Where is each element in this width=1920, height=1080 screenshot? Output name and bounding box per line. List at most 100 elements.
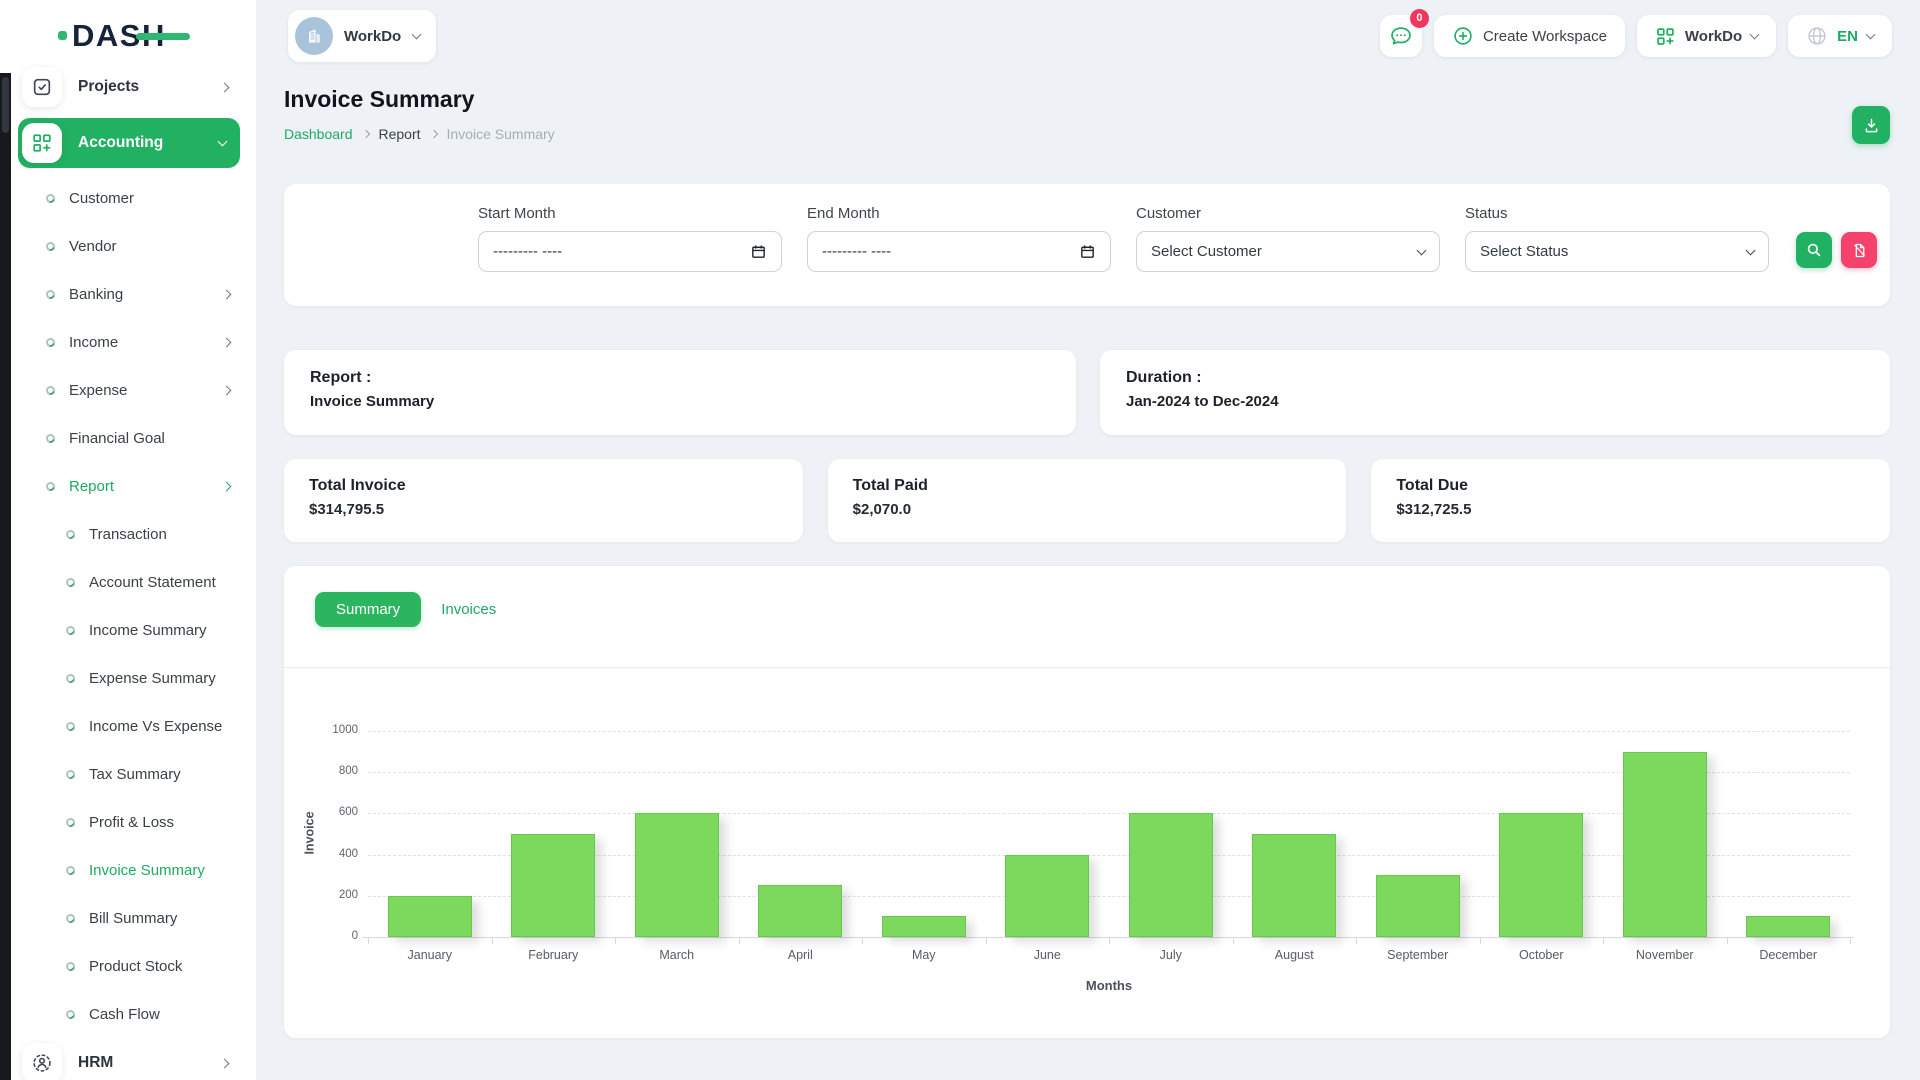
create-workspace-button[interactable]: Create Workspace bbox=[1434, 15, 1625, 57]
end-month-input[interactable]: --------- ---- bbox=[807, 231, 1111, 272]
x-tick-label: January bbox=[368, 948, 492, 962]
workspace-menu[interactable]: WorkDo bbox=[1637, 15, 1776, 57]
start-month-input[interactable]: --------- ---- bbox=[478, 231, 782, 272]
sidebar-item-product-stock[interactable]: Product Stock bbox=[0, 942, 256, 990]
sidebar-item-vendor[interactable]: Vendor bbox=[0, 222, 256, 270]
chevron-down-icon bbox=[1750, 30, 1760, 40]
messages-button[interactable]: 0 bbox=[1380, 15, 1422, 57]
grid-plus-icon bbox=[22, 123, 62, 163]
bullet-icon bbox=[64, 864, 76, 876]
x-tick-label: December bbox=[1727, 948, 1851, 962]
x-tick-mark bbox=[368, 937, 369, 944]
sidebar-item-label: Report bbox=[69, 478, 114, 495]
end-month-placeholder: --------- ---- bbox=[822, 243, 891, 260]
bar-may[interactable] bbox=[882, 916, 966, 937]
sidebar-item-income[interactable]: Income bbox=[0, 318, 256, 366]
report-card-value: Invoice Summary bbox=[310, 393, 1050, 410]
x-tick-label: April bbox=[739, 948, 863, 962]
duration-card-value: Jan-2024 to Dec-2024 bbox=[1126, 393, 1864, 410]
page-header: Invoice Summary Dashboard Report Invoice… bbox=[284, 86, 1890, 142]
tab-invoices[interactable]: Invoices bbox=[435, 592, 502, 627]
start-month-placeholder: --------- ---- bbox=[493, 243, 562, 260]
sidebar-item-invoice-summary[interactable]: Invoice Summary bbox=[0, 846, 256, 894]
clear-filter-button[interactable] bbox=[1841, 232, 1877, 268]
chevron-right-icon bbox=[222, 385, 232, 395]
sidebar-item-tax-summary[interactable]: Tax Summary bbox=[0, 750, 256, 798]
chevron-down-icon bbox=[1746, 245, 1756, 255]
sidebar-item-profit-loss[interactable]: Profit & Loss bbox=[0, 798, 256, 846]
duration-card: Duration : Jan-2024 to Dec-2024 bbox=[1100, 350, 1890, 435]
y-tick-label: 200 bbox=[312, 889, 358, 901]
sidebar-item-label: Account Statement bbox=[89, 574, 216, 591]
status-group: Status Select Status bbox=[1465, 205, 1769, 272]
total-due-card: Total Due $312,725.5 bbox=[1371, 459, 1890, 542]
bullet-icon bbox=[44, 192, 56, 204]
total-paid-label: Total Paid bbox=[853, 477, 1322, 495]
x-tick-mark bbox=[1727, 937, 1728, 944]
language-selector[interactable]: EN bbox=[1788, 15, 1892, 57]
sidebar-item-label: Income Vs Expense bbox=[89, 718, 222, 735]
bar-october[interactable] bbox=[1499, 813, 1583, 937]
x-tick-mark bbox=[1356, 937, 1357, 944]
x-tick-mark bbox=[1480, 937, 1481, 944]
bar-april[interactable] bbox=[758, 885, 842, 937]
sidebar-item-banking[interactable]: Banking bbox=[0, 270, 256, 318]
filter-buttons bbox=[1796, 232, 1877, 268]
x-tick-label: September bbox=[1356, 948, 1480, 962]
customer-select-value: Select Customer bbox=[1151, 243, 1262, 260]
bar-november[interactable] bbox=[1623, 752, 1707, 937]
bar-february[interactable] bbox=[511, 834, 595, 937]
bar-august[interactable] bbox=[1252, 834, 1336, 937]
sidebar-item-account-statement[interactable]: Account Statement bbox=[0, 558, 256, 606]
bar-december[interactable] bbox=[1746, 916, 1830, 937]
customer-select[interactable]: Select Customer bbox=[1136, 231, 1440, 272]
sidebar-item-bill-summary[interactable]: Bill Summary bbox=[0, 894, 256, 942]
bar-january[interactable] bbox=[388, 896, 472, 937]
workspace-switcher[interactable]: WorkDo bbox=[288, 10, 436, 62]
sidebar-item-financial-goal[interactable]: Financial Goal bbox=[0, 414, 256, 462]
brand-logo[interactable]: DASH bbox=[58, 20, 190, 51]
sidebar-item-income-vs-expense[interactable]: Income Vs Expense bbox=[0, 702, 256, 750]
sidebar-item-accounting[interactable]: Accounting bbox=[18, 118, 240, 168]
sidebar-item-projects[interactable]: Projects bbox=[18, 64, 242, 110]
sidebar-item-customer[interactable]: Customer bbox=[0, 174, 256, 222]
bullet-icon bbox=[64, 816, 76, 828]
chevron-down-icon bbox=[412, 30, 422, 40]
report-card-title: Report : bbox=[310, 369, 1050, 387]
duration-card-title: Duration : bbox=[1126, 369, 1864, 387]
filter-row: Start Month --------- ---- End Month ---… bbox=[284, 184, 1890, 272]
x-tick-mark bbox=[862, 937, 863, 944]
x-tick-mark bbox=[1233, 937, 1234, 944]
breadcrumb-report[interactable]: Report bbox=[379, 126, 421, 142]
download-button[interactable] bbox=[1852, 106, 1890, 144]
sidebar-item-cash-flow[interactable]: Cash Flow bbox=[0, 990, 256, 1038]
start-month-label: Start Month bbox=[478, 205, 782, 222]
sidebar-item-label: Profit & Loss bbox=[89, 814, 174, 831]
apply-filter-button[interactable] bbox=[1796, 232, 1832, 268]
sidebar-item-hrm[interactable]: HRM bbox=[18, 1040, 242, 1080]
bullet-icon bbox=[64, 576, 76, 588]
breadcrumb-dashboard[interactable]: Dashboard bbox=[284, 126, 353, 142]
bar-july[interactable] bbox=[1129, 813, 1213, 937]
sidebar-item-label: Transaction bbox=[89, 526, 167, 543]
chart-tabs: Summary Invoices bbox=[315, 592, 502, 627]
total-invoice-label: Total Invoice bbox=[309, 477, 778, 495]
chevron-right-icon bbox=[220, 1058, 230, 1068]
logo-dot-icon bbox=[58, 31, 67, 40]
x-tick-mark bbox=[986, 937, 987, 944]
sidebar-item-transaction[interactable]: Transaction bbox=[0, 510, 256, 558]
customer-label: Customer bbox=[1136, 205, 1440, 222]
sidebar-item-expense-summary[interactable]: Expense Summary bbox=[0, 654, 256, 702]
tab-summary[interactable]: Summary bbox=[315, 592, 421, 627]
sidebar-item-income-summary[interactable]: Income Summary bbox=[0, 606, 256, 654]
bullet-icon bbox=[64, 624, 76, 636]
sidebar-item-label: Income bbox=[69, 334, 118, 351]
sidebar-item-expense[interactable]: Expense bbox=[0, 366, 256, 414]
sidebar-item-report[interactable]: Report bbox=[0, 462, 256, 510]
status-select[interactable]: Select Status bbox=[1465, 231, 1769, 272]
bar-september[interactable] bbox=[1376, 875, 1460, 937]
bar-june[interactable] bbox=[1005, 855, 1089, 937]
language-value: EN bbox=[1837, 28, 1858, 45]
sidebar-item-label: Vendor bbox=[69, 238, 117, 255]
bar-march[interactable] bbox=[635, 813, 719, 937]
